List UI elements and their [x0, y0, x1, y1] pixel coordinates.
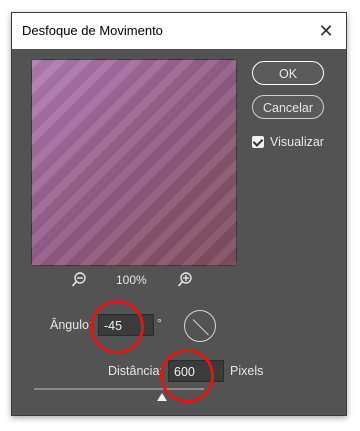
ok-button[interactable]: OK — [252, 61, 324, 85]
preview-image[interactable] — [31, 59, 237, 266]
zoom-level-label: 100% — [116, 273, 147, 287]
angle-dial-needle — [192, 319, 209, 336]
distance-slider-track[interactable] — [34, 388, 204, 390]
dialog-title: Desfoque de Movimento — [22, 23, 163, 38]
zoom-out-icon[interactable] — [71, 271, 87, 289]
motion-blur-dialog: Desfoque de Movimento ✕ 100% OK Cancelar… — [11, 12, 347, 416]
checkmark-icon[interactable] — [252, 136, 264, 148]
distance-input[interactable]: 600 — [168, 360, 224, 382]
distance-unit: Pixels — [230, 364, 264, 378]
angle-input[interactable]: -45 — [98, 314, 154, 336]
angle-label: Ângulo: — [50, 318, 93, 332]
close-icon[interactable]: ✕ — [314, 13, 338, 49]
dialog-titlebar: Desfoque de Movimento ✕ — [12, 13, 346, 49]
distance-slider-thumb[interactable] — [157, 393, 167, 401]
angle-dial-icon[interactable] — [184, 310, 216, 342]
preview-checkbox-label: Visualizar — [270, 135, 324, 149]
zoom-bar: 100% — [31, 271, 237, 293]
cancel-button[interactable]: Cancelar — [252, 95, 324, 119]
distance-label: Distância: — [108, 364, 163, 378]
angle-unit: ° — [157, 316, 162, 330]
zoom-in-icon[interactable] — [177, 271, 193, 289]
